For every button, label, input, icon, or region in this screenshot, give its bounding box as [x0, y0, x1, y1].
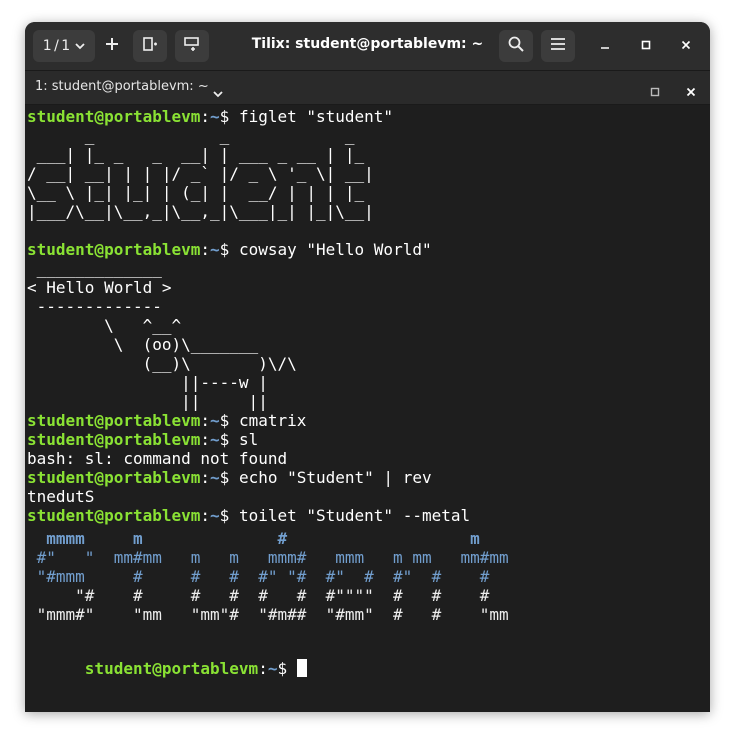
prompt-symbol: $: [219, 506, 239, 525]
split-down-icon: [184, 37, 200, 55]
search-icon: [508, 36, 524, 56]
split-right-icon: [143, 36, 157, 56]
search-button[interactable]: [499, 30, 533, 62]
prompt-separator: :: [258, 659, 268, 678]
terminal-title[interactable]: 1: student@portablevm: ~: [35, 79, 209, 94]
command-text: cmatrix: [238, 411, 307, 430]
prompt-separator: :: [200, 107, 211, 126]
prompt-symbol: $: [219, 240, 239, 259]
prompt-user: student@portablevm: [27, 107, 201, 126]
text-cursor: [296, 659, 307, 677]
toilet-art-row: mmmm m # m: [27, 529, 509, 548]
prompt-symbol: $: [277, 659, 297, 678]
add-terminal-down-button[interactable]: [175, 30, 209, 62]
add-session-button[interactable]: [97, 30, 127, 62]
toilet-art-row: "# # # # # # #"""" # # #: [27, 586, 519, 605]
add-terminal-right-button[interactable]: [133, 30, 167, 62]
command-output: _____________ < Hello World > ----------…: [27, 259, 297, 411]
session-switcher-button[interactable]: 1 / 1: [33, 30, 95, 62]
terminal-menu-chevron-icon[interactable]: [213, 83, 223, 102]
prompt-symbol: $: [219, 411, 239, 430]
command-output: _ _ _ ___| |_ _ _ __| | ___ _ __ | |_ / …: [27, 126, 374, 221]
terminal-prompt-line: student@portablevm:~$ figlet "student": [27, 107, 710, 126]
prompt-symbol: $: [219, 430, 239, 449]
terminal-output[interactable]: student@portablevm:~$ figlet "student" _…: [27, 107, 710, 707]
prompt-symbol: $: [219, 107, 239, 126]
maximize-button[interactable]: [636, 36, 656, 56]
close-icon: [681, 39, 691, 54]
prompt-user: student@portablevm: [27, 430, 201, 449]
header-bar: 1 / 1 Tilix: student@portablevm: ~: [25, 22, 710, 71]
prompt-path: ~: [210, 107, 220, 126]
plus-icon: [105, 37, 119, 55]
prompt-user: student@portablevm: [27, 468, 201, 487]
terminal-prompt-line: student@portablevm:~$ sl: [27, 430, 710, 449]
chevron-down-icon: [75, 38, 85, 54]
terminal-prompt-line: student@portablevm:~$: [27, 640, 710, 678]
prompt-separator: :: [200, 411, 211, 430]
menu-button[interactable]: [541, 30, 575, 62]
tilix-window: 1 / 1 Tilix: student@portablevm: ~ 1: st…: [25, 22, 710, 712]
prompt-path: ~: [210, 506, 220, 525]
command-text: sl: [238, 430, 259, 449]
toilet-art-row: "#mmm # # # #" "# #" # #" # #: [27, 567, 519, 586]
command-output: bash: sl: command not found: [27, 449, 288, 468]
prompt-separator: :: [200, 506, 211, 525]
terminal-prompt-line: student@portablevm:~$ toilet "Student" -…: [27, 506, 710, 525]
prompt-symbol: $: [219, 468, 239, 487]
command-text: cowsay "Hello World": [238, 240, 432, 259]
prompt-path: ~: [210, 240, 220, 259]
prompt-separator: :: [200, 240, 211, 259]
prompt-separator: :: [200, 468, 211, 487]
prompt-path: ~: [210, 430, 220, 449]
window-title: Tilix: student@portablevm: ~: [251, 36, 484, 52]
maximize-icon: [641, 39, 651, 54]
toilet-art-row: #" " mm#mm m m mmm# mmm m mm mm#mm: [27, 548, 519, 567]
toilet-metal-art: mmmm m # m #" " mm#mm m m mmm# mmm m mm …: [27, 529, 710, 624]
session-counter: 1 / 1: [42, 38, 70, 54]
command-text: figlet "student": [238, 107, 394, 126]
command-text: toilet "Student" --metal: [238, 506, 471, 525]
minimize-icon: [600, 39, 610, 54]
prompt-user: student@portablevm: [84, 659, 259, 678]
close-window-button[interactable]: [676, 36, 696, 56]
prompt-user: student@portablevm: [27, 411, 201, 430]
hamburger-menu-icon: [550, 37, 566, 55]
prompt-path: ~: [210, 468, 220, 487]
prompt-path: ~: [210, 411, 220, 430]
command-text: echo "Student" | rev: [238, 468, 432, 487]
terminal-prompt-line: student@portablevm:~$ cmatrix: [27, 411, 710, 430]
terminal-prompt-line: student@portablevm:~$ cowsay "Hello Worl…: [27, 240, 710, 259]
prompt-user: student@portablevm: [27, 240, 201, 259]
toilet-art-row: "mmm#" "mm "mm"# "#m## "#mm" # # "mm: [27, 605, 519, 624]
command-output: tnedutS: [27, 487, 95, 506]
terminal-maximize-button[interactable]: [650, 82, 660, 101]
minimize-button[interactable]: [595, 36, 615, 56]
terminal-close-button[interactable]: [686, 82, 696, 101]
prompt-user: student@portablevm: [27, 506, 201, 525]
prompt-separator: :: [200, 430, 211, 449]
terminal-title-bar: 1: student@portablevm: ~: [25, 71, 710, 105]
terminal-prompt-line: student@portablevm:~$ echo "Student" | r…: [27, 468, 710, 487]
